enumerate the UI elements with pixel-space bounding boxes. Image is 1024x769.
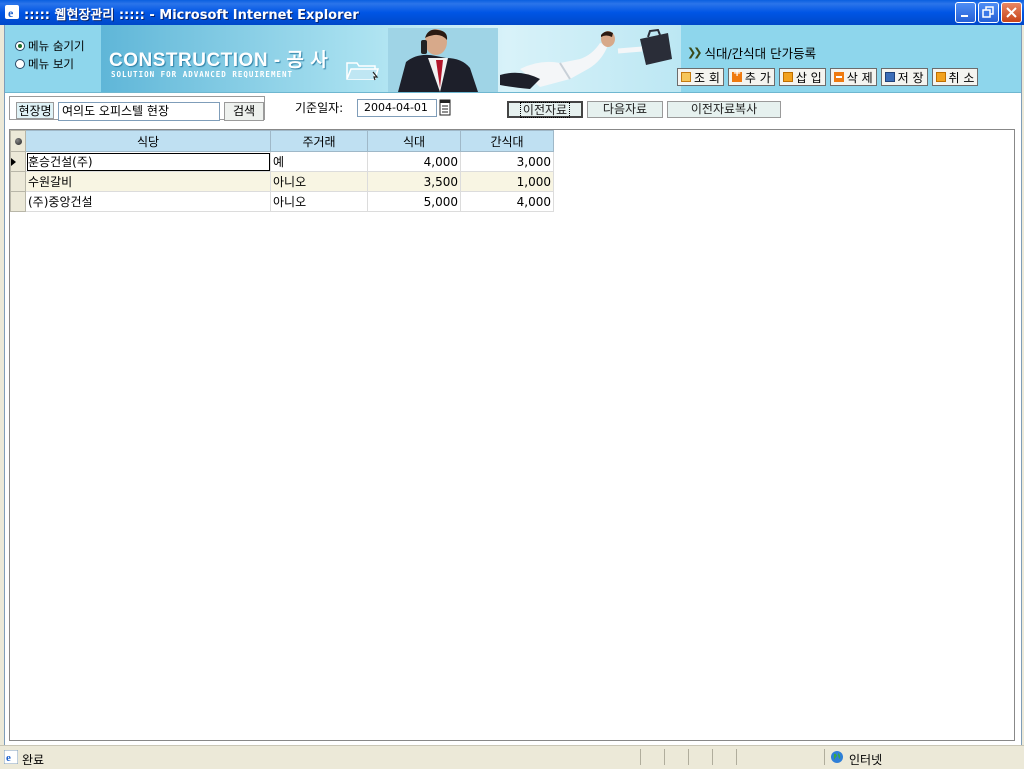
status-divider (736, 749, 737, 765)
snack-price-cell[interactable]: 1,000 (460, 171, 554, 192)
restaurant-cell[interactable]: 훈승건설(주) (25, 151, 271, 172)
site-name-input[interactable]: 여의도 오피스텔 현장 (58, 102, 220, 121)
double-chevron-icon: ❯❯ (687, 46, 703, 59)
meal-price-cell[interactable]: 5,000 (367, 191, 461, 212)
row-indicator[interactable] (10, 151, 26, 172)
floppy-disk-icon (884, 72, 895, 82)
previous-data-button[interactable]: 이전자료 (507, 101, 583, 118)
reference-date-input[interactable]: 2004-04-01 (357, 99, 437, 117)
svg-text:e: e (8, 6, 14, 20)
restaurant-cell[interactable]: 수원갈비 (25, 171, 271, 192)
cancel-label: 취 소 (948, 70, 975, 85)
globe-icon (831, 751, 843, 763)
restaurant-cell[interactable]: (주)중앙건설 (25, 191, 271, 212)
add-label: 추 가 (744, 70, 771, 85)
delete-button[interactable]: 삭 제 (829, 68, 877, 86)
restore-icon (982, 6, 994, 18)
ie-logo-icon: e (5, 5, 19, 20)
snack-price-cell[interactable]: 4,000 (460, 191, 554, 212)
query-label: 조 회 (694, 70, 720, 85)
main-trade-cell[interactable]: 아니오 (270, 191, 368, 212)
close-button[interactable] (1001, 2, 1022, 23)
search-button[interactable]: 검색 (224, 102, 264, 121)
minus-icon (833, 72, 844, 82)
radio-checked-icon[interactable] (15, 41, 25, 51)
status-divider (664, 749, 665, 765)
column-header-main-trade[interactable]: 주거래 (270, 130, 368, 152)
brand-title: CONSTRUCTION - 공 사 (109, 50, 329, 71)
module-title-text: 식대/간식대 단가등록 (704, 46, 817, 61)
close-icon (1006, 7, 1017, 18)
module-title: ❯❯ 식대/간식대 단가등록 (687, 43, 816, 62)
status-divider (640, 749, 641, 765)
current-row-arrow-icon (11, 157, 16, 166)
insert-label: 삽 입 (795, 70, 822, 85)
cancel-button[interactable]: 취 소 (931, 68, 979, 86)
insert-button[interactable]: 삽 입 (778, 68, 826, 86)
row-indicator[interactable] (10, 191, 26, 212)
reference-date-label: 기준일자: (295, 101, 344, 115)
row-indicator[interactable] (10, 171, 26, 192)
restore-button[interactable] (978, 2, 999, 23)
header-banner: 메뉴 숨기기 메뉴 보기 CONSTRUCTION - 공 사 SOLUTION… (5, 25, 1021, 93)
security-zone-label: 인터넷 (849, 753, 883, 767)
minimize-icon (961, 15, 968, 17)
status-text: 완료 (22, 753, 45, 767)
site-search-group: 현장명 여의도 오피스텔 현장 검색 (9, 96, 265, 121)
svg-text:e: e (6, 752, 11, 764)
table-row[interactable]: 훈승건설(주) 예 4,000 3,000 (10, 151, 554, 172)
list-icon (681, 72, 691, 82)
add-button[interactable]: 추 가 (727, 68, 775, 86)
page-status-icon: e (4, 750, 18, 764)
status-divider (824, 749, 825, 765)
table-header-row: 식당 주거래 식대 간식대 (10, 130, 554, 152)
table-row[interactable]: (주)중앙건설 아니오 5,000 4,000 (10, 191, 554, 212)
folder-icon (346, 62, 379, 81)
calendar-icon[interactable] (439, 98, 451, 116)
plus-icon (731, 68, 742, 82)
radio-unchecked-icon[interactable] (15, 59, 25, 69)
copy-previous-data-button[interactable]: 이전자료복사 (667, 101, 781, 118)
column-header-restaurant[interactable]: 식당 (25, 130, 271, 152)
column-header-snack[interactable]: 간식대 (460, 130, 554, 152)
menu-show-option[interactable]: 메뉴 보기 (15, 55, 101, 73)
record-dot-icon (14, 138, 22, 145)
save-label: 저 장 (897, 70, 924, 85)
site-name-label: 현장명 (16, 102, 54, 119)
cancel-icon (935, 72, 946, 82)
menu-hide-label: 메뉴 숨기기 (28, 39, 85, 53)
menu-show-label: 메뉴 보기 (28, 57, 74, 71)
action-toolbar: 조 회 추 가 삽 입 삭 제 저 장 취 소 (677, 68, 979, 86)
businessman-photo (388, 28, 498, 92)
next-data-button[interactable]: 다음자료 (587, 101, 663, 118)
menu-toggle-group: 메뉴 숨기기 메뉴 보기 (15, 37, 101, 73)
insert-icon (782, 72, 793, 82)
status-divider (712, 749, 713, 765)
window-title: ::::: 웹현장관리 ::::: - Microsoft Internet E… (24, 8, 359, 23)
main-trade-cell[interactable]: 아니오 (270, 171, 368, 192)
previous-data-label: 이전자료 (519, 102, 571, 118)
meal-price-cell[interactable]: 4,000 (367, 151, 461, 172)
save-button[interactable]: 저 장 (880, 68, 928, 86)
status-divider (688, 749, 689, 765)
table-row[interactable]: 수원갈비 아니오 3,500 1,000 (10, 171, 554, 192)
column-header-meal[interactable]: 식대 (367, 130, 461, 152)
price-grid: 식당 주거래 식대 간식대 훈승건설(주) 예 4,000 3,000 수원갈비 (9, 129, 1015, 741)
running-businessman-photo (500, 29, 672, 89)
query-button[interactable]: 조 회 (677, 68, 724, 86)
page-content: 메뉴 숨기기 메뉴 보기 CONSTRUCTION - 공 사 SOLUTION… (4, 25, 1022, 745)
brand-tagline: SOLUTION FOR ADVANCED REQUIREMENT (111, 70, 294, 79)
title-bar: e ::::: 웹현장관리 ::::: - Microsoft Internet… (0, 0, 1024, 25)
row-indicator-header (10, 130, 26, 152)
delete-label: 삭 제 (846, 70, 873, 85)
price-table: 식당 주거래 식대 간식대 훈승건설(주) 예 4,000 3,000 수원갈비 (10, 130, 554, 212)
snack-price-cell[interactable]: 3,000 (460, 151, 554, 172)
menu-hide-option[interactable]: 메뉴 숨기기 (15, 37, 101, 55)
status-bar: e 완료 인터넷 (0, 745, 1024, 769)
main-trade-cell[interactable]: 예 (270, 151, 368, 172)
meal-price-cell[interactable]: 3,500 (367, 171, 461, 192)
minimize-button[interactable] (955, 2, 976, 23)
